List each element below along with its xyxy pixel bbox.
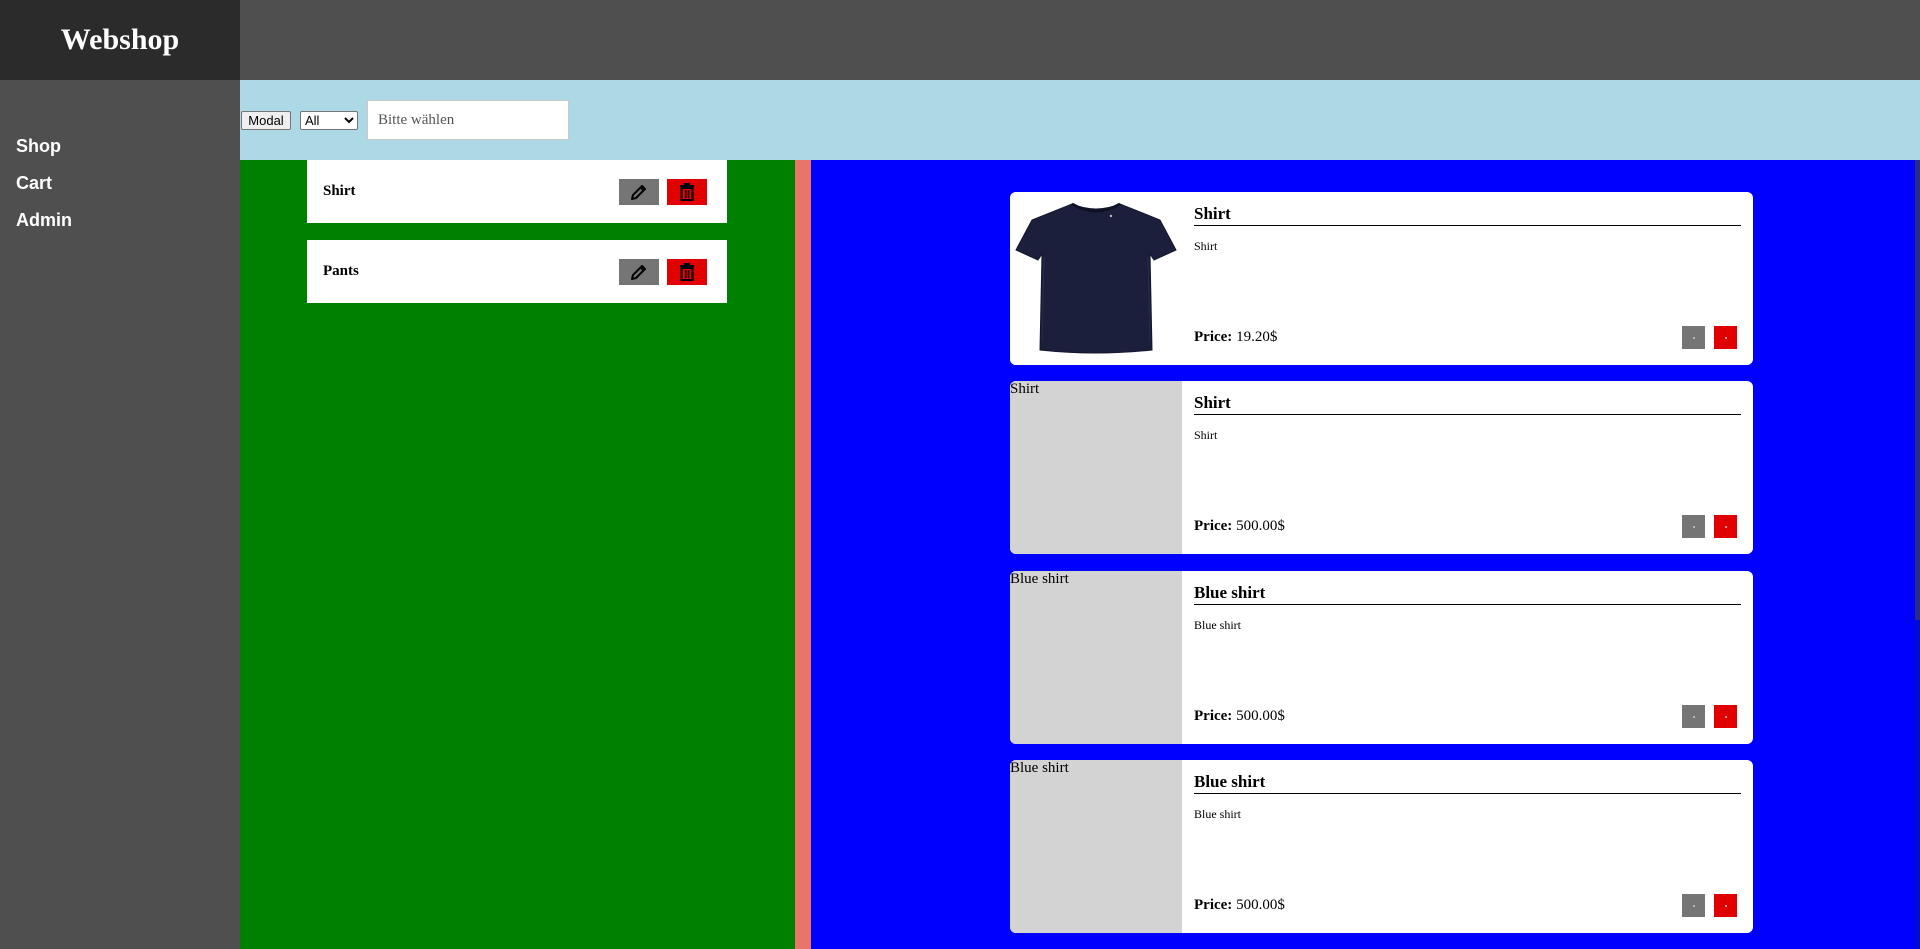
product-price: Price: 500.00$ xyxy=(1194,708,1285,725)
image-alt-text: Blue shirt xyxy=(1010,571,1069,587)
modal-button[interactable]: Modal xyxy=(241,111,291,130)
product-card: Blue shirt Blue shirt Blue shirt Price: … xyxy=(1010,760,1753,933)
product-price: Price: 19.20$ xyxy=(1194,329,1277,346)
admin-panel: Shirt Pants xyxy=(240,160,795,949)
image-alt-text: Shirt xyxy=(1010,381,1040,397)
dot-icon xyxy=(1724,525,1727,528)
brand-header: Webshop xyxy=(0,0,240,80)
trash-icon xyxy=(680,263,694,281)
product-title: Shirt xyxy=(1194,393,1741,415)
delete-button[interactable] xyxy=(667,259,707,285)
product-image: Blue shirt xyxy=(1010,760,1182,933)
product-edit-button[interactable] xyxy=(1682,326,1705,349)
price-label: Price: xyxy=(1194,897,1233,913)
product-image: Shirt xyxy=(1010,381,1182,554)
dot-icon xyxy=(1692,336,1695,339)
edit-button[interactable] xyxy=(619,179,659,205)
search-input[interactable] xyxy=(367,100,569,140)
admin-item-name: Shirt xyxy=(323,183,356,199)
pencil-icon xyxy=(631,265,646,280)
delete-button[interactable] xyxy=(667,179,707,205)
product-card: Shirt Shirt Price: 19.20$ xyxy=(1010,192,1753,365)
product-delete-button[interactable] xyxy=(1714,705,1737,728)
price-value: 500.00$ xyxy=(1236,897,1285,913)
product-price: Price: 500.00$ xyxy=(1194,518,1285,535)
filter-select[interactable]: All xyxy=(300,111,358,130)
dot-icon xyxy=(1692,904,1695,907)
product-card: Shirt Shirt Shirt Price: 500.00$ xyxy=(1010,381,1753,554)
dot-icon xyxy=(1692,715,1695,718)
price-value: 500.00$ xyxy=(1236,708,1285,724)
nav-item-admin[interactable]: Admin xyxy=(16,206,72,243)
shop-panel: Shirt Shirt Price: 19.20$ Shirt Shirt Sh… xyxy=(811,160,1916,949)
admin-item-name: Pants xyxy=(323,263,359,279)
price-label: Price: xyxy=(1194,708,1233,724)
product-delete-button[interactable] xyxy=(1714,515,1737,538)
price-value: 19.20$ xyxy=(1236,329,1278,345)
product-image: Blue shirt xyxy=(1010,571,1182,744)
nav-menu: Shop Cart Admin xyxy=(16,132,72,243)
product-edit-button[interactable] xyxy=(1682,515,1705,538)
nav-item-shop[interactable]: Shop xyxy=(16,132,72,169)
product-price: Price: 500.00$ xyxy=(1194,897,1285,914)
top-bar xyxy=(240,0,1920,80)
panel-divider[interactable] xyxy=(795,160,811,949)
t-shirt-image xyxy=(1015,202,1177,354)
dot-icon xyxy=(1692,525,1695,528)
sidebar: Webshop Shop Cart Admin xyxy=(0,0,240,949)
product-title: Shirt xyxy=(1194,204,1741,226)
dot-icon xyxy=(1724,904,1727,907)
product-title: Blue shirt xyxy=(1194,583,1741,605)
product-description: Blue shirt xyxy=(1194,618,1241,632)
product-description: Shirt xyxy=(1194,239,1218,253)
price-label: Price: xyxy=(1194,329,1233,345)
pencil-icon xyxy=(631,185,646,200)
product-delete-button[interactable] xyxy=(1714,894,1737,917)
product-title: Blue shirt xyxy=(1194,772,1741,794)
trash-icon xyxy=(680,183,694,201)
dot-icon xyxy=(1724,715,1727,718)
product-card: Blue shirt Blue shirt Blue shirt Price: … xyxy=(1010,571,1753,744)
price-value: 500.00$ xyxy=(1236,518,1285,534)
admin-item: Shirt xyxy=(307,160,727,223)
product-description: Shirt xyxy=(1194,428,1218,442)
edit-button[interactable] xyxy=(619,259,659,285)
product-image xyxy=(1010,192,1182,365)
product-edit-button[interactable] xyxy=(1682,894,1705,917)
nav-item-cart[interactable]: Cart xyxy=(16,169,72,206)
product-edit-button[interactable] xyxy=(1682,705,1705,728)
product-delete-button[interactable] xyxy=(1714,326,1737,349)
admin-item: Pants xyxy=(307,240,727,303)
dot-icon xyxy=(1724,336,1727,339)
price-label: Price: xyxy=(1194,518,1233,534)
brand-title: Webshop xyxy=(60,23,180,56)
product-description: Blue shirt xyxy=(1194,807,1241,821)
toolbar: Modal All xyxy=(240,80,1920,160)
scrollbar-thumb[interactable] xyxy=(1915,160,1920,620)
image-alt-text: Blue shirt xyxy=(1010,760,1069,776)
